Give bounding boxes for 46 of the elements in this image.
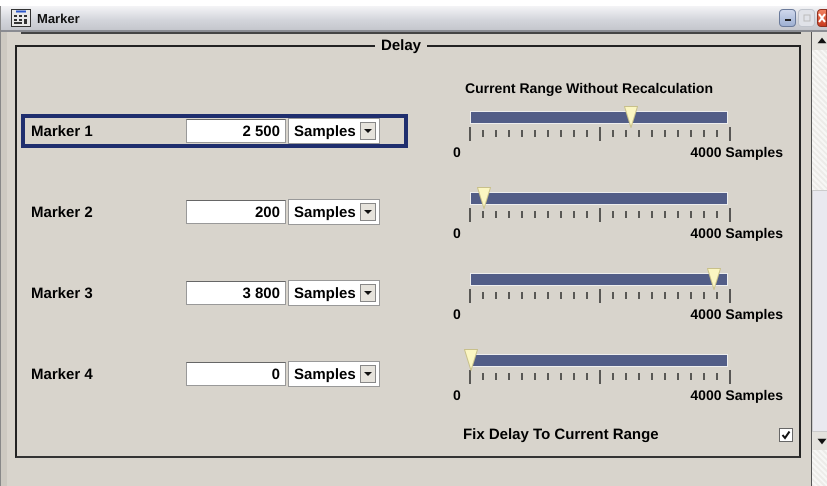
marker-row[interactable]: Marker 3 3 800 Samples <box>21 276 408 310</box>
marker-row[interactable]: Marker 2 200 Samples <box>21 195 408 229</box>
delay-input-field[interactable]: 3 800 <box>186 281 286 305</box>
scroll-up-icon[interactable] <box>812 32 827 50</box>
marker-row[interactable]: Marker 1 2 500 Samples <box>21 114 408 148</box>
window-title: Marker <box>37 10 80 26</box>
calendar-icon <box>11 9 31 27</box>
unit-dropdown[interactable]: Samples <box>288 361 380 387</box>
group-title: Delay <box>375 37 428 54</box>
fix-delay-label: Fix Delay To Current Range <box>463 426 659 443</box>
fix-delay-checkbox[interactable] <box>779 428 793 442</box>
scroll-down-icon[interactable] <box>812 432 827 450</box>
unit-dropdown[interactable]: Samples <box>288 199 380 225</box>
scale-min-label: 0 <box>453 387 461 403</box>
delay-input-field[interactable]: 200 <box>186 200 286 224</box>
unit-dropdown[interactable]: Samples <box>288 280 380 306</box>
marker-pointer[interactable] <box>707 268 722 290</box>
vertical-scrollbar[interactable] <box>812 32 827 486</box>
minimize-button[interactable] <box>779 9 796 27</box>
marker-label: Marker 1 <box>31 122 94 140</box>
maximize-icon <box>802 14 810 22</box>
marker-row[interactable]: Marker 4 0 Samples <box>21 357 408 391</box>
scale-max-label: 4000 Samples <box>690 306 783 322</box>
close-button[interactable] <box>817 9 827 27</box>
unit-dropdown[interactable]: Samples <box>288 118 380 144</box>
caret-icon <box>360 365 376 383</box>
marker-label: Marker 4 <box>31 366 94 382</box>
close-icon <box>818 13 826 23</box>
marker-label: Marker 2 <box>31 204 94 220</box>
delay-input-field[interactable]: 2 500 <box>186 119 286 143</box>
scale-min-label: 0 <box>453 306 461 322</box>
scale-max-label: 4000 Samples <box>690 225 783 241</box>
caret-icon <box>360 122 376 140</box>
scale-max-label: 4000 Samples <box>690 144 783 160</box>
caret-icon <box>360 203 376 221</box>
marker-pointer[interactable] <box>464 349 478 371</box>
scale-max-label: 4000 Samples <box>690 387 783 403</box>
scroll-thumb[interactable] <box>812 190 827 432</box>
marker-label: Marker 3 <box>31 284 94 302</box>
marker-pointer[interactable] <box>624 106 638 128</box>
scale-min-label: 0 <box>453 144 461 160</box>
marker-pointer[interactable] <box>476 187 491 209</box>
delay-input-field[interactable]: 0 <box>186 362 286 386</box>
scale-min-label: 0 <box>453 225 461 241</box>
caret-icon <box>360 284 376 302</box>
range-heading: Current Range Without Recalculation <box>465 80 714 98</box>
